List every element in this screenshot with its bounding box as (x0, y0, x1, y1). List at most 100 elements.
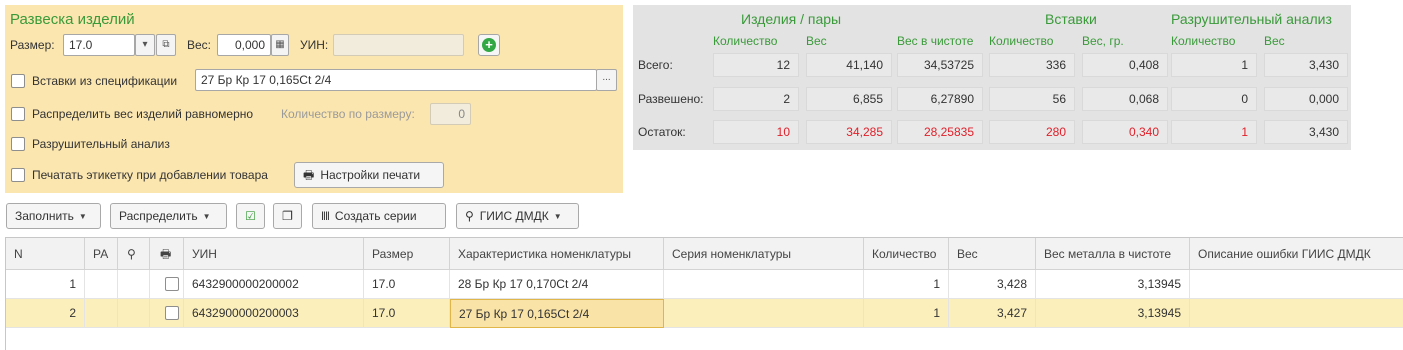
printer-icon: 🖶 (160, 247, 172, 261)
caret-down-icon: ▼ (78, 212, 87, 221)
weight-input[interactable]: 0,000 (217, 34, 271, 56)
weighed-qty: 2 (713, 87, 799, 111)
row-remainder-label: Остаток: (638, 125, 686, 139)
remainder-d-qty: 1 (1171, 120, 1257, 144)
giis-icon: ⚲ (127, 247, 136, 261)
distribute-button[interactable]: Распределить ▼ (110, 203, 227, 229)
fill-label: Заполнить (15, 209, 74, 223)
remainder-qty: 10 (713, 120, 799, 144)
col-header-print[interactable]: 🖶 (150, 238, 184, 270)
copy-icon: ❐ (282, 209, 293, 223)
weight-cell[interactable]: 3,428 (949, 270, 1036, 299)
uin-label: УИН: (300, 38, 329, 52)
print-checkbox[interactable] (165, 306, 179, 320)
printer-icon: 🖶 (303, 168, 315, 182)
table-row-selected[interactable]: 2 6432900000200003 17.0 27 Бр Кр 17 0,16… (6, 299, 1403, 328)
pure-cell[interactable]: 3,13945 (1036, 299, 1190, 328)
pure-cell[interactable]: 3,13945 (1036, 270, 1190, 299)
remainder-pure: 28,25835 (897, 120, 983, 144)
characteristic-cell[interactable]: 28 Бр Кр 17 0,170Ct 2/4 (450, 270, 664, 299)
copy-button[interactable]: ❐ (273, 203, 302, 229)
create-series-label: Создать серии (334, 209, 417, 223)
giis-button[interactable]: ⚲ ГИИС ДМДК ▼ (456, 203, 579, 229)
series-cell[interactable] (664, 299, 864, 328)
size-cell[interactable]: 17.0 (364, 299, 450, 328)
total-d-weight: 3,430 (1264, 53, 1348, 77)
qty-by-size-input[interactable]: 0 (430, 103, 471, 125)
items-table: N РА ⚲ 🖶 УИН Размер Характеристика номен… (5, 237, 1403, 350)
table-row[interactable]: 1 6432900000200002 17.0 28 Бр Кр 17 0,17… (6, 270, 1403, 299)
calculator-icon: ▦ (275, 39, 285, 50)
col-ins-weight-heading: Вес, гр. (1082, 34, 1124, 48)
print-label-checkbox[interactable] (11, 168, 25, 182)
size-cell[interactable]: 17.0 (364, 270, 450, 299)
add-button[interactable]: + (478, 34, 500, 56)
print-settings-label: Настройки печати (320, 168, 421, 182)
col-d-qty-heading: Количество (1171, 34, 1236, 48)
inserts-checkbox[interactable] (11, 74, 25, 88)
caret-down-icon: ▼ (553, 212, 562, 221)
calculator-button[interactable]: ▦ (271, 34, 289, 56)
summary-panel: Изделия / пары Вставки Разрушительный ан… (633, 5, 1351, 150)
col-header-characteristic[interactable]: Характеристика номенклатуры (450, 238, 664, 270)
size-open-button[interactable]: ⧉ (156, 34, 176, 56)
series-cell[interactable] (664, 270, 864, 299)
col-header-series[interactable]: Серия номенклатуры (664, 238, 864, 270)
inserts-label: Вставки из спецификации (32, 74, 178, 88)
size-label: Размер: (10, 38, 55, 52)
weighing-panel: Развеска изделий Размер: 17.0 ▾ ⧉ Вес: 0… (5, 5, 623, 193)
create-series-button[interactable]: ‖‖ Создать серии (312, 203, 446, 229)
row-number: 2 (6, 299, 85, 328)
col-header-giis[interactable]: ⚲ (118, 238, 150, 270)
total-d-qty: 1 (1171, 53, 1257, 77)
fill-button[interactable]: Заполнить ▼ (6, 203, 101, 229)
size-input[interactable]: 17.0 (63, 34, 135, 56)
col-header-ra[interactable]: РА (85, 238, 118, 270)
row-total-label: Всего: (638, 58, 673, 72)
error-cell[interactable] (1190, 299, 1403, 328)
col-header-uin[interactable]: УИН (184, 238, 364, 270)
weighed-weight: 6,855 (806, 87, 892, 111)
open-window-icon: ⧉ (162, 39, 170, 50)
uin-input[interactable] (333, 34, 464, 56)
uin-cell[interactable]: 6432900000200002 (184, 270, 364, 299)
group-items-heading: Изделия / пары (741, 11, 842, 27)
col-header-pure[interactable]: Вес металла в чистоте (1036, 238, 1190, 270)
inserts-browse-button[interactable]: ... (596, 69, 617, 91)
giis-cell (118, 299, 150, 328)
barcode-icon: ‖‖ (321, 209, 330, 223)
col-header-qty[interactable]: Количество (864, 238, 949, 270)
col-header-error[interactable]: Описание ошибки ГИИС ДМДК (1190, 238, 1403, 270)
weighed-ins-weight: 0,068 (1082, 87, 1168, 111)
total-weight: 41,140 (806, 53, 892, 77)
uin-cell[interactable]: 6432900000200003 (184, 299, 364, 328)
weight-cell[interactable]: 3,427 (949, 299, 1036, 328)
qty-cell[interactable]: 1 (864, 270, 949, 299)
error-cell[interactable] (1190, 270, 1403, 299)
inserts-input[interactable]: 27 Бр Кр 17 0,165Ct 2/4 (195, 69, 597, 91)
total-ins-qty: 336 (989, 53, 1075, 77)
print-checkbox[interactable] (165, 277, 179, 291)
row-number: 1 (6, 270, 85, 299)
distribute-checkbox[interactable] (11, 107, 25, 121)
check-all-button[interactable]: ☑ (236, 203, 265, 229)
panel-title: Развеска изделий (10, 11, 135, 28)
group-inserts-heading: Вставки (1045, 11, 1097, 27)
weighed-pure: 6,27890 (897, 87, 983, 111)
distribute-label: Распределить вес изделий равномерно (32, 107, 254, 121)
giis-cell (118, 270, 150, 299)
print-cell (150, 299, 184, 328)
size-dropdown-button[interactable]: ▾ (135, 34, 155, 56)
destructive-checkbox[interactable] (11, 137, 25, 151)
characteristic-cell-focused[interactable]: 27 Бр Кр 17 0,165Ct 2/4 (450, 299, 664, 328)
col-header-size[interactable]: Размер (364, 238, 450, 270)
weight-label: Вес: (187, 38, 212, 52)
print-settings-button[interactable]: 🖶 Настройки печати (294, 162, 444, 188)
col-header-n[interactable]: N (6, 238, 85, 270)
ra-cell (85, 299, 118, 328)
qty-cell[interactable]: 1 (864, 299, 949, 328)
col-header-weight[interactable]: Вес (949, 238, 1036, 270)
distribute-label: Распределить (119, 209, 198, 223)
row-weighed-label: Развешено: (638, 92, 704, 106)
col-pure-heading: Вес в чистоте (897, 34, 974, 48)
